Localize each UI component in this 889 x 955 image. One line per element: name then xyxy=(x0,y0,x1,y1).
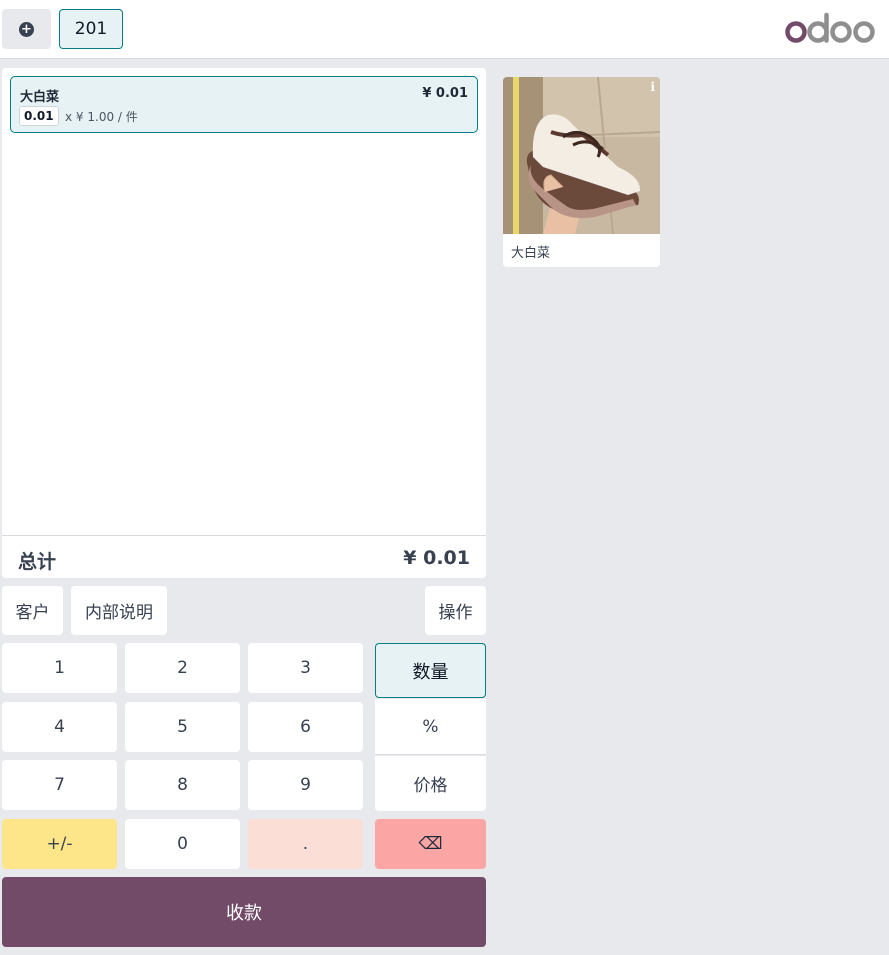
mode-price-button[interactable]: 价格 xyxy=(375,756,486,811)
total-label: 总计 xyxy=(18,551,57,573)
product-name: 大白菜 xyxy=(511,246,551,261)
numpad-key-3[interactable]: 3 xyxy=(248,643,363,693)
order-panel: 大白菜 ¥ 0.01 0.01 x ¥ 1.00 / 件 总计 ¥ 0.01 xyxy=(2,68,486,578)
order-line-price: ¥ 0.01 xyxy=(422,86,468,101)
payment-button[interactable]: 收款 xyxy=(2,877,486,947)
order-line-unit-price: x ¥ 1.00 / 件 xyxy=(65,110,138,124)
numpad-key-0[interactable]: 0 xyxy=(125,819,240,869)
actions-button[interactable]: 操作 xyxy=(425,586,486,635)
product-card[interactable]: i 大白菜 xyxy=(503,77,660,267)
internal-note-button[interactable]: 内部说明 xyxy=(71,586,167,635)
numpad-key-6[interactable]: 6 xyxy=(248,702,363,752)
top-bar: + 201 xyxy=(0,0,889,59)
numpad-key-7[interactable]: 7 xyxy=(2,760,117,810)
numpad-key-5[interactable]: 5 xyxy=(125,702,240,752)
mode-quantity-button[interactable]: 数量 xyxy=(375,643,486,698)
mode-discount-button[interactable]: % xyxy=(375,699,486,755)
order-line-quantity: 0.01 xyxy=(19,106,59,126)
order-line[interactable]: 大白菜 ¥ 0.01 0.01 x ¥ 1.00 / 件 xyxy=(10,76,478,133)
odoo-logo xyxy=(785,12,875,43)
order-total: 总计 ¥ 0.01 xyxy=(2,535,486,578)
order-line-product-name: 大白菜 xyxy=(20,90,60,105)
plus-minus-button[interactable]: +/- xyxy=(2,819,117,869)
numpad-key-4[interactable]: 4 xyxy=(2,702,117,752)
new-order-button[interactable]: + xyxy=(2,9,51,49)
decimal-button[interactable]: . xyxy=(248,819,363,869)
backspace-icon: ⌫ xyxy=(418,834,443,854)
numpad-key-9[interactable]: 9 xyxy=(248,760,363,810)
info-icon[interactable]: i xyxy=(650,80,655,94)
numpad-key-2[interactable]: 2 xyxy=(125,643,240,693)
numpad-key-8[interactable]: 8 xyxy=(125,760,240,810)
total-value: ¥ 0.01 xyxy=(403,547,470,569)
backspace-button[interactable]: ⌫ xyxy=(375,819,486,869)
product-image xyxy=(503,77,660,234)
order-tab[interactable]: 201 xyxy=(59,9,123,49)
customer-button[interactable]: 客户 xyxy=(2,586,63,635)
numpad-key-1[interactable]: 1 xyxy=(2,643,117,693)
plus-circle-icon: + xyxy=(19,21,34,37)
